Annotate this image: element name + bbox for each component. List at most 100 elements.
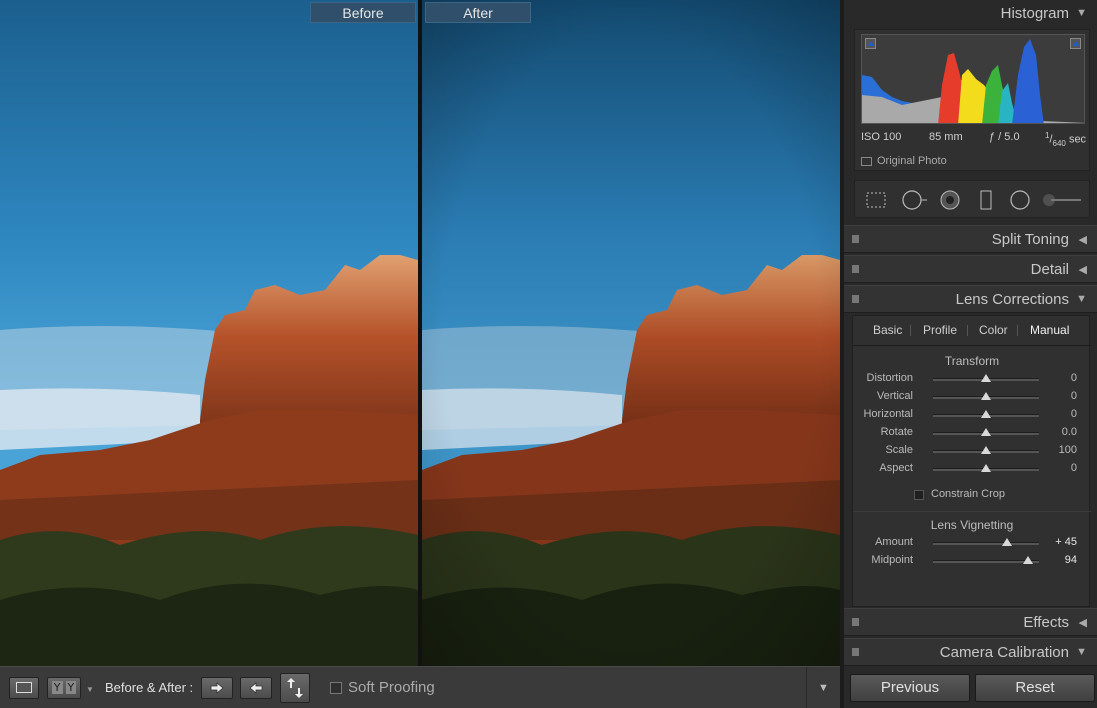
slider-thumb[interactable] (1023, 556, 1034, 564)
expand-triangle-icon: ◀ (1078, 617, 1087, 629)
panel-switch-icon[interactable] (852, 648, 859, 656)
crop-overlay-icon[interactable] (865, 189, 887, 211)
original-photo-checkbox[interactable] (861, 157, 872, 166)
split-toning-header[interactable]: Split Toning ◀ (844, 225, 1097, 253)
before-photo-pane[interactable] (0, 0, 418, 666)
detail-title: Detail (1030, 261, 1069, 278)
midpoint-slider[interactable] (933, 556, 1039, 564)
histogram-panel: ISO 100 85 mm ƒ / 5.0 1/640 sec Original… (854, 29, 1090, 171)
before-after-view-button[interactable]: Y Y (47, 676, 81, 699)
slider-thumb[interactable] (981, 392, 991, 400)
panel-switch-icon[interactable] (852, 618, 859, 626)
tab-separator (1017, 325, 1018, 336)
slider-thumb[interactable] (981, 374, 991, 382)
swap-before-after-button[interactable] (280, 672, 310, 703)
slider-value[interactable]: + 45 (1055, 536, 1077, 548)
panel-switch-icon[interactable] (852, 235, 859, 243)
slider-value[interactable]: 94 (1065, 554, 1077, 566)
soft-proofing-checkbox[interactable] (330, 682, 342, 694)
distortion-slider[interactable] (933, 374, 1039, 382)
copy-before-to-after-button[interactable] (201, 676, 233, 699)
shutter-numerator: 1 (1045, 131, 1050, 140)
arrow-left-icon (249, 681, 263, 694)
slider-label: Vertical (876, 390, 913, 402)
slider-value[interactable]: 0 (1071, 390, 1077, 402)
tab-separator (967, 325, 968, 336)
after-photo-pane[interactable] (422, 0, 840, 666)
shutter-readout: 1/640 sec (1045, 131, 1087, 148)
camera-calibration-title: Camera Calibration (939, 644, 1069, 661)
chevron-down-icon: ▼ (818, 682, 829, 694)
amount-slider[interactable] (933, 538, 1039, 546)
copy-after-to-before-button[interactable] (240, 676, 272, 699)
lens-corrections-tabs: Basic Profile Color Manual (853, 316, 1091, 346)
slider-thumb[interactable] (981, 428, 991, 436)
slider-value[interactable]: 100 (1059, 444, 1077, 456)
highlight-clipping-icon[interactable] (1070, 38, 1081, 49)
red-eye-icon[interactable] (939, 189, 961, 211)
spot-removal-icon[interactable] (901, 189, 929, 211)
previous-button[interactable]: Previous (850, 674, 970, 702)
slider-thumb[interactable] (981, 446, 991, 454)
swap-arrows-icon (287, 677, 303, 698)
lens-corrections-title: Lens Corrections (955, 291, 1069, 308)
slider-thumb[interactable] (1002, 538, 1013, 546)
slider-label: Scale (885, 444, 913, 456)
vertical-slider[interactable] (933, 392, 1039, 400)
before-after-icon-left: Y (51, 681, 63, 694)
tool-strip (854, 180, 1090, 218)
vignetting-section-title: Lens Vignetting (930, 518, 1014, 532)
collapse-triangle-icon: ▼ (1076, 7, 1087, 19)
slider-thumb[interactable] (981, 410, 991, 418)
scale-slider[interactable] (933, 446, 1039, 454)
horizontal-slider[interactable] (933, 410, 1039, 418)
detail-header[interactable]: Detail ◀ (844, 255, 1097, 283)
tab-basic[interactable]: Basic (873, 323, 902, 337)
soft-proofing-label: Soft Proofing (348, 679, 435, 696)
adjustment-brush-icon[interactable] (1041, 189, 1085, 211)
loupe-icon (16, 682, 32, 693)
effects-header[interactable]: Effects ◀ (844, 608, 1097, 636)
slider-value[interactable]: 0 (1071, 462, 1077, 474)
reset-button[interactable]: Reset (975, 674, 1095, 702)
tab-manual[interactable]: Manual (1030, 323, 1069, 337)
slider-value[interactable]: 0 (1071, 408, 1077, 420)
panel-switch-icon[interactable] (852, 295, 859, 303)
collapse-triangle-icon: ▼ (1076, 646, 1087, 658)
shutter-denominator: 640 (1052, 138, 1066, 148)
tab-profile[interactable]: Profile (923, 323, 957, 337)
slider-value[interactable]: 0 (1071, 372, 1077, 384)
view-mode-dropdown-icon[interactable]: ▼ (86, 685, 94, 694)
arrow-right-icon (210, 681, 224, 694)
slider-thumb[interactable] (981, 464, 991, 472)
histogram-header[interactable]: Histogram ▼ (844, 0, 1097, 28)
slider-label: Horizontal (863, 408, 913, 420)
shadow-clipping-icon[interactable] (865, 38, 876, 49)
transform-section-title: Transform (944, 354, 1000, 368)
tab-color[interactable]: Color (979, 323, 1008, 337)
lens-corrections-header[interactable]: Lens Corrections ▼ (844, 285, 1097, 313)
radial-filter-icon[interactable] (1009, 189, 1031, 211)
rotate-slider[interactable] (933, 428, 1039, 436)
panel-button-row: Previous Reset (844, 668, 1097, 708)
loupe-view-button[interactable] (9, 676, 39, 699)
aspect-slider[interactable] (933, 464, 1039, 472)
camera-calibration-header[interactable]: Camera Calibration ▼ (844, 638, 1097, 666)
shutter-unit: sec (1068, 133, 1087, 146)
expand-triangle-icon: ◀ (1078, 264, 1087, 276)
slider-label: Rotate (880, 426, 913, 438)
tab-separator (910, 325, 911, 336)
lens-corrections-panel: Basic Profile Color Manual Transform Dis… (852, 315, 1091, 607)
before-after-label: Before & After : (105, 680, 194, 695)
toolbar-menu-button[interactable]: ▼ (806, 667, 840, 708)
after-photo (422, 0, 840, 666)
graduated-filter-icon[interactable] (975, 189, 997, 211)
split-toning-title: Split Toning (991, 231, 1069, 248)
constrain-crop-checkbox[interactable] (914, 490, 924, 500)
before-label: Before (310, 2, 416, 23)
histogram-graph[interactable] (861, 34, 1085, 124)
slider-value[interactable]: 0.0 (1062, 426, 1077, 438)
histogram-chart (862, 39, 1084, 123)
panel-switch-icon[interactable] (852, 265, 859, 273)
original-photo-label: Original Photo (877, 155, 947, 167)
